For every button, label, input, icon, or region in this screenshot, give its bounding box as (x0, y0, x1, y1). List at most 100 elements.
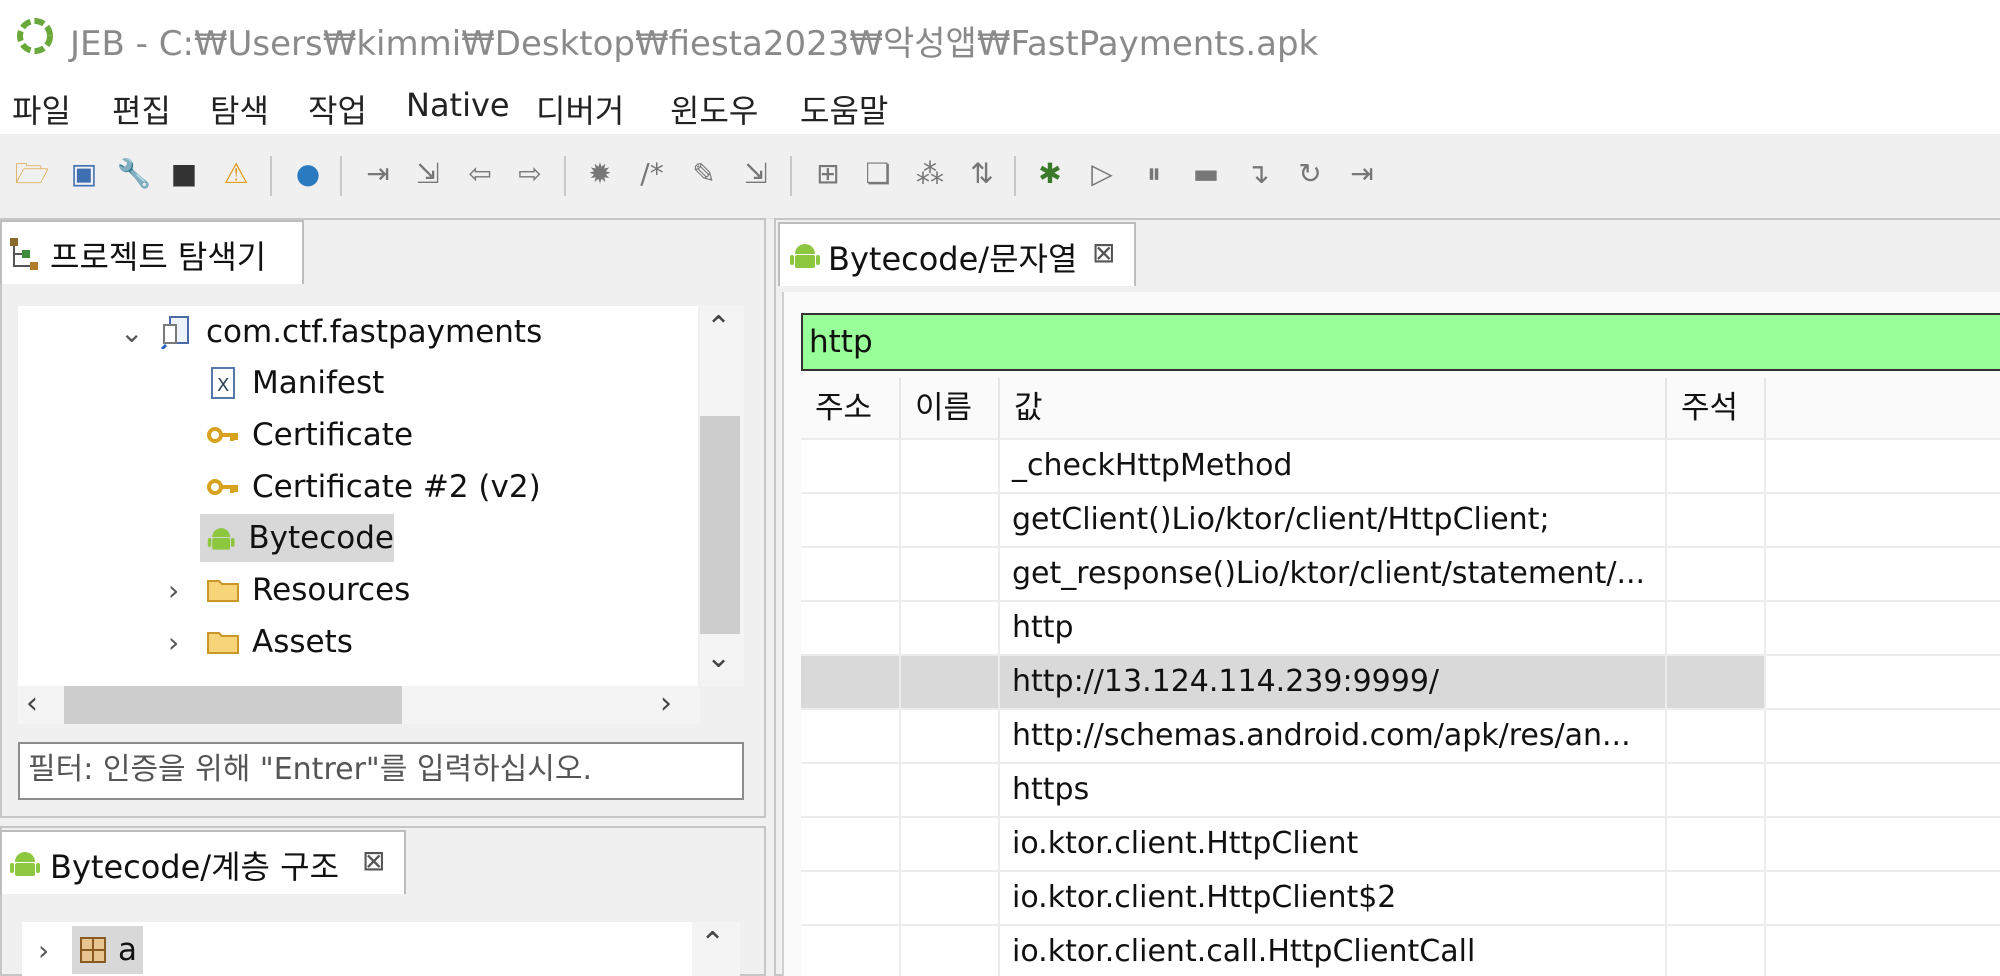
chevron-right-icon[interactable]: › (168, 574, 206, 607)
forward-arrow-icon[interactable]: ⇨ (510, 154, 550, 194)
close-icon[interactable]: ⊠ (362, 844, 385, 877)
menu-help[interactable]: 도움말 (800, 86, 888, 132)
cell-value: https (1000, 764, 1667, 816)
column-header-name[interactable]: 이름 (901, 378, 1000, 438)
table-row[interactable]: https (801, 762, 2000, 816)
cell-address (801, 548, 901, 600)
warning-icon[interactable]: ⚠ (216, 154, 256, 194)
cell-comment (1667, 710, 1766, 762)
column-header-address[interactable]: 주소 (801, 378, 901, 438)
table-row[interactable]: getClient()Lio/ktor/client/HttpClient; (801, 492, 2000, 546)
toolbar-separator (270, 156, 272, 196)
apk-icon (160, 316, 189, 349)
bug-icon[interactable]: ✱ (1030, 154, 1070, 194)
pencil-icon[interactable]: ✎ (684, 154, 724, 194)
menu-bar (0, 78, 2000, 134)
step-return-icon[interactable]: ↻ (1290, 154, 1330, 194)
stop-icon[interactable]: ■ (164, 154, 204, 194)
table-row[interactable]: get_response()Lio/ktor/client/statement/… (801, 546, 2000, 600)
scroll-up-icon[interactable]: ⌃ (706, 310, 731, 345)
table-row[interactable]: http://schemas.android.com/apk/res/an... (801, 708, 2000, 762)
tab-project-explorer[interactable]: 프로젝트 탐색기 (0, 220, 304, 284)
search-input[interactable]: http (801, 313, 2000, 371)
cell-value: _checkHttpMethod (1000, 440, 1667, 492)
cell-name (901, 440, 1000, 492)
tree-item-apk[interactable]: ⌄ com.ctf.fastpayments (118, 308, 542, 356)
tree-item-label: Resources (252, 572, 411, 608)
cell-name (901, 494, 1000, 546)
terminate-icon[interactable]: ▬ (1186, 154, 1226, 194)
scroll-left-icon[interactable]: ‹ (26, 686, 38, 721)
menu-window[interactable]: 윈도우 (670, 86, 758, 132)
chevron-right-icon[interactable]: › (38, 934, 72, 967)
column-header-empty (1766, 378, 2000, 438)
cell-comment (1667, 440, 1766, 492)
classes-icon[interactable]: ❏ (858, 154, 898, 194)
svg-text:X: X (217, 375, 229, 396)
cell-comment (1667, 926, 1766, 976)
column-header-value[interactable]: 값 (1000, 378, 1667, 438)
tree-horizontal-scroll-thumb[interactable] (64, 686, 402, 724)
xml-file-icon: X (211, 367, 235, 399)
menu-navigate[interactable]: 탐색 (210, 86, 269, 132)
cell-name (901, 710, 1000, 762)
column-header-comment[interactable]: 주석 (1667, 378, 1766, 438)
tree-vertical-scroll-thumb[interactable] (700, 416, 740, 634)
tree-item-certificate[interactable]: Certificate (206, 411, 413, 459)
cell-name (901, 926, 1000, 976)
open-folder-icon[interactable]: 🗁 (12, 154, 52, 194)
menu-native[interactable]: Native (406, 86, 510, 124)
table-row[interactable]: _checkHttpMethod (801, 438, 2000, 492)
hierarchy-item[interactable]: › a (38, 926, 143, 974)
scroll-up-icon[interactable]: ⌃ (700, 926, 725, 961)
import-icon[interactable]: ⇲ (736, 154, 776, 194)
hierarchy-icon[interactable]: ⁂ (910, 154, 950, 194)
run-to-line-icon[interactable]: ⇥ (1342, 154, 1382, 194)
table-row[interactable]: io.ktor.client.call.HttpClientCall (801, 924, 2000, 976)
table-row[interactable]: io.ktor.client.HttpClient$2 (801, 870, 2000, 924)
tab-bytecode-strings[interactable]: Bytecode/문자열 ⊠ (778, 222, 1136, 286)
menu-edit[interactable]: 편집 (112, 86, 171, 132)
tree-item-resources[interactable]: › Resources (168, 566, 410, 614)
cell-comment (1667, 602, 1766, 654)
resume-icon[interactable]: ▷ (1082, 154, 1122, 194)
cell-address (801, 656, 901, 708)
cell-address (801, 818, 901, 870)
cell-address (801, 710, 901, 762)
toolbar-separator (1014, 156, 1016, 196)
filter-input[interactable]: 필터: 인증을 위해 "Entrer"를 입력하십시오. (18, 742, 744, 800)
cell-value: http (1000, 602, 1667, 654)
sort-icon[interactable]: ⇅ (962, 154, 1002, 194)
scroll-down-icon[interactable]: ⌄ (706, 640, 731, 675)
tree-item-label: com.ctf.fastpayments (206, 314, 543, 350)
menu-action[interactable]: 작업 (308, 86, 367, 132)
cell-name (901, 548, 1000, 600)
cell-address (801, 872, 901, 924)
table-row[interactable]: io.ktor.client.HttpClient (801, 816, 2000, 870)
wrench-icon[interactable]: 🔧 (114, 154, 154, 194)
menu-file[interactable]: 파일 (12, 86, 71, 132)
chevron-right-icon[interactable]: › (168, 626, 206, 659)
save-icon[interactable]: ▣ (64, 154, 104, 194)
tree-item-assets[interactable]: › Assets (168, 618, 353, 666)
comment-icon[interactable]: /* (632, 154, 672, 194)
step-in-icon[interactable]: ⇥ (358, 154, 398, 194)
toolbar-separator (564, 156, 566, 196)
tree-item-certificate-v2[interactable]: Certificate #2 (v2) (206, 463, 541, 511)
table-row[interactable]: http (801, 600, 2000, 654)
back-arrow-icon[interactable]: ⇦ (460, 154, 500, 194)
step-into-icon[interactable]: ↴ (1238, 154, 1278, 194)
tab-hierarchy[interactable]: Bytecode/계층 구조 ⊠ (0, 830, 406, 894)
globe-icon[interactable]: ● (288, 154, 328, 194)
close-icon[interactable]: ⊠ (1092, 236, 1115, 269)
step-over-icon[interactable]: ⇲ (408, 154, 448, 194)
chevron-down-icon[interactable]: ⌄ (120, 316, 143, 349)
menu-debugger[interactable]: 디버거 (536, 86, 624, 132)
brain-icon[interactable]: ✹ (580, 154, 620, 194)
pause-icon[interactable]: ⏸ (1134, 154, 1174, 194)
tree-item-manifest[interactable]: X Manifest (206, 359, 384, 407)
table-row-selected[interactable]: http://13.124.114.239:9999/ (801, 654, 2000, 708)
scroll-right-icon[interactable]: › (660, 686, 672, 721)
tree-item-bytecode[interactable]: Bytecode (200, 514, 394, 562)
grid-icon[interactable]: ⊞ (808, 154, 848, 194)
